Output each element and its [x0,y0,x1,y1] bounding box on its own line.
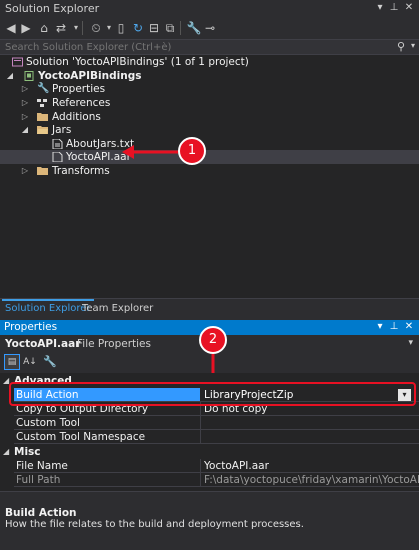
file-icon[interactable]: ▯ [113,20,129,36]
search-icon[interactable]: ⚲ [397,40,405,53]
tree-item-references[interactable]: ▷ References [0,96,419,110]
description-title: Build Action [5,507,77,519]
properties-title: Properties [4,321,58,333]
chevron-down-icon[interactable]: ▾ [408,338,413,348]
tab-team-explorer[interactable]: Team Explorer [79,301,156,317]
tree-item-transforms[interactable]: ▷ Transforms [0,164,419,178]
search-input[interactable] [5,41,385,54]
property-name: Custom Tool [16,417,80,429]
collapse-all-icon[interactable]: ⊟ [146,20,162,36]
text-file-icon [52,139,63,149]
grid-column-divider [200,402,201,444]
close-icon[interactable]: ✕ [402,320,416,334]
property-value[interactable] [201,416,419,430]
tree-item-label: YoctoAPIBindings [38,70,142,82]
preview-icon[interactable]: ⊸ [202,20,218,36]
property-row-custom-tool-namespace[interactable]: Custom Tool Namespace [0,430,419,444]
tree-item-solution[interactable]: Solution 'YoctoAPIBindings' (1 of 1 proj… [0,55,419,69]
expand-open-icon[interactable]: ◢ [5,69,15,83]
toolbar-separator [82,21,83,35]
tree-item-label: References [52,97,111,109]
folder-icon [37,113,48,121]
property-row-full-path[interactable]: Full Path F:\data\yoctopuce\friday\xamar… [0,473,419,487]
annotation-callout-1: 1 [178,137,206,165]
expand-closed-icon[interactable]: ▷ [20,110,30,124]
references-icon [37,99,47,107]
expand-closed-icon[interactable]: ▷ [20,82,30,96]
file-icon [52,152,63,162]
category-label: Misc [14,446,41,458]
expand-closed-icon[interactable]: ▷ [20,96,30,110]
alphabetical-icon[interactable]: A↓ [22,354,38,370]
collapse-icon[interactable]: ◢ [3,445,9,459]
annotation-highlight-box [9,382,416,406]
forward-icon[interactable]: ▶ [18,20,34,36]
grid-line [14,443,419,444]
toolbar-separator [180,21,181,35]
category-misc[interactable]: ◢ Misc [0,445,419,459]
grid-line [14,486,419,487]
property-name: File Name [16,460,68,472]
grid-line [14,429,419,430]
search-options-icon[interactable]: ▾ [411,41,415,50]
tree-item-label: Solution 'YoctoAPIBindings' (1 of 1 proj… [26,56,249,68]
wrench-icon: 🔧 [37,83,50,94]
property-row-file-name[interactable]: File Name YoctoAPI.aar [0,459,419,473]
back-icon[interactable]: ◀ [3,20,19,36]
object-type: File Properties [77,338,151,350]
tree-item-additions[interactable]: ▷ Additions [0,110,419,124]
dropdown-icon[interactable]: ▾ [373,1,387,15]
home-icon[interactable]: ⌂ [36,20,52,36]
object-name: YoctoAPI.aar [5,338,81,350]
pin-icon[interactable]: ⊥ [387,1,401,15]
property-row-custom-tool[interactable]: Custom Tool [0,416,419,430]
grid-line [14,415,419,416]
tree-item-label: Jars [52,124,72,136]
tree-item-label: Properties [52,83,106,95]
project-icon [24,71,34,81]
grid-line [14,472,419,473]
pin-icon[interactable]: ⊥ [387,320,401,334]
tree-item-project[interactable]: ◢ YoctoAPIBindings [0,69,419,83]
tree-item-yoctoapi-aar[interactable]: YoctoAPI.aar [0,150,419,164]
sync-icon[interactable]: ⇄ [53,20,69,36]
property-name: Full Path [16,474,61,486]
expand-closed-icon[interactable]: ▷ [20,164,30,178]
annotation-arrow-1 [122,145,178,159]
tree-item-label: Additions [52,111,101,123]
property-pages-icon[interactable]: 🔧 [42,354,58,370]
property-name: Custom Tool Namespace [16,431,146,443]
tree-item-jars[interactable]: ◢ Jars [0,123,419,137]
categorized-icon[interactable]: ▤ [4,354,20,370]
expand-open-icon[interactable]: ◢ [20,123,30,137]
tree-item-aboutjars[interactable]: AboutJars.txt [0,137,419,151]
solution-explorer-toolbar: ◀ ▶ ⌂ ⇄ ▾ ⏲ ▾ ▯ ↻ ⊟ ⧉ 🔧 ⊸ [0,17,419,39]
description-text: How the file relates to the build and de… [5,519,304,530]
solution-explorer-title: Solution Explorer [5,2,100,15]
property-value[interactable]: YoctoAPI.aar [201,459,419,473]
properties-wrench-icon[interactable]: 🔧 [186,20,202,36]
tree-item-properties[interactable]: ▷ 🔧 Properties [0,82,419,96]
refresh-icon[interactable]: ↻ [130,20,146,36]
folder-icon [37,167,48,175]
solution-icon [12,57,23,67]
folder-open-icon [37,126,48,134]
annotation-callout-2: 2 [199,326,227,354]
solution-search-box: ⚲ ▾ [0,39,419,55]
dropdown-icon[interactable]: ▾ [373,320,387,334]
show-all-files-icon[interactable]: ⧉ [162,20,178,36]
property-value[interactable] [201,430,419,444]
tree-item-label: Transforms [52,165,110,177]
solution-tree: Solution 'YoctoAPIBindings' (1 of 1 proj… [0,55,419,298]
grid-column-divider [200,459,201,487]
property-description: Build Action How the file relates to the… [0,491,419,550]
solution-explorer-titlebar: Solution Explorer ▾ ⊥ ✕ [0,0,419,17]
tool-window-tabs: Solution Explorer Team Explorer [0,298,419,318]
property-value: F:\data\yoctopuce\friday\xamarin\YoctoAP… [204,474,419,486]
close-icon[interactable]: ✕ [402,1,416,15]
